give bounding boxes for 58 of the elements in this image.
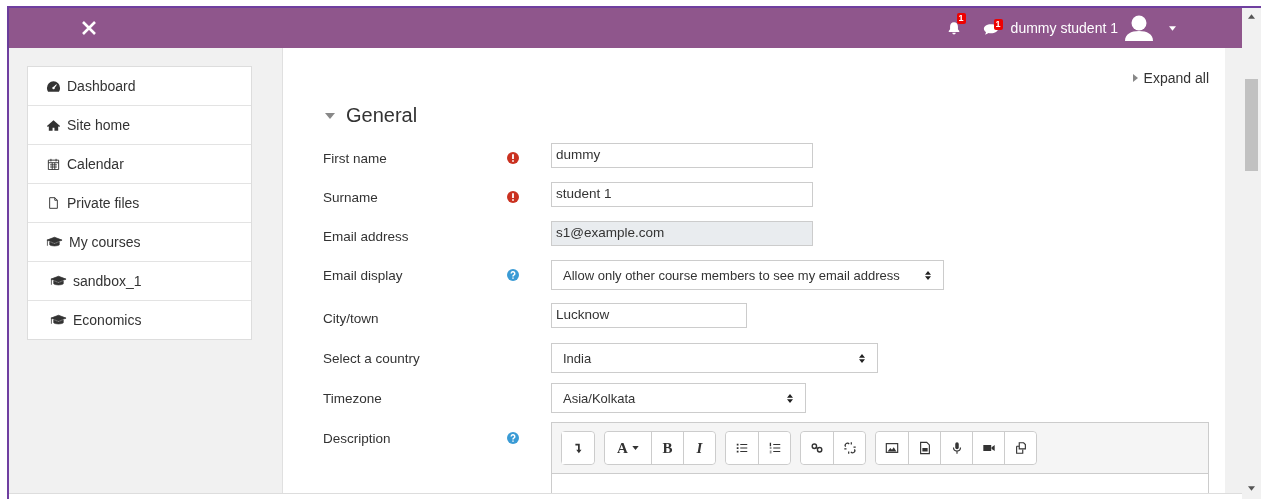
field-label: Email address: [323, 229, 410, 244]
graduation-cap-icon: [50, 275, 67, 287]
field-label: Timezone: [323, 391, 383, 406]
expand-all-link[interactable]: Expand all: [1132, 70, 1209, 86]
numbered-list-icon: [767, 441, 782, 455]
text-input[interactable]: dummy: [551, 143, 813, 168]
sort-arrows-icon: [925, 270, 931, 280]
text-input[interactable]: Lucknow: [551, 303, 747, 328]
select-dropdown[interactable]: Allow only other course members to see my email address: [551, 260, 944, 290]
graduation-cap-icon: [50, 314, 67, 326]
field-label: Description: [323, 431, 392, 446]
close-icon[interactable]: [81, 20, 97, 36]
select-dropdown[interactable]: India: [551, 343, 878, 373]
files-icon: [1013, 441, 1028, 455]
caret-icon[interactable]: [1169, 25, 1176, 31]
gauge-icon: [46, 80, 61, 92]
help-icon[interactable]: [507, 432, 519, 444]
section-header[interactable]: General: [325, 104, 418, 127]
calendar-icon: [46, 158, 61, 170]
field-label: Surname: [323, 190, 379, 205]
user-avatar-icon[interactable]: [1123, 15, 1155, 41]
graduation-cap-icon: [46, 236, 63, 248]
user-name[interactable]: dummy student 1: [1010, 20, 1118, 36]
navigation-item[interactable]: Economics: [28, 300, 251, 339]
scroll-down-icon[interactable]: [1248, 486, 1255, 491]
picture-icon: [885, 441, 899, 455]
navigation-item[interactable]: Calendar: [28, 144, 251, 183]
select-dropdown[interactable]: Asia/Kolkata: [551, 383, 806, 413]
bulleted-list-icon: [735, 441, 749, 455]
field-label: Email display: [323, 268, 404, 283]
navigation-item[interactable]: Private files: [28, 183, 251, 222]
scroll-up-icon[interactable]: [1248, 14, 1255, 19]
sort-arrows-icon: [859, 353, 865, 363]
notification-badge: 1: [956, 13, 966, 24]
navigation-item[interactable]: Dashboard: [28, 67, 251, 105]
navigation-item[interactable]: sandbox_1: [28, 261, 251, 300]
message-badge: 1: [993, 19, 1003, 30]
caret-icon: [1132, 74, 1138, 82]
media-file-icon: [917, 441, 932, 455]
link-icon: [810, 441, 824, 455]
italic-button[interactable]: I: [683, 432, 715, 464]
field-label: Select a country: [323, 351, 421, 366]
text-input[interactable]: student 1: [551, 182, 813, 207]
navigation-item[interactable]: Site home: [28, 105, 251, 144]
navigation-item[interactable]: My courses: [28, 222, 251, 261]
file-icon: [46, 197, 61, 209]
section-title: General: [346, 104, 418, 127]
help-icon[interactable]: [507, 269, 519, 281]
sort-arrows-icon: [787, 393, 793, 403]
scrollbar-thumb[interactable]: [1245, 79, 1258, 171]
bell-icon[interactable]: [946, 21, 961, 35]
toolbar-button[interactable]: [1004, 432, 1036, 464]
caret-icon: [631, 446, 639, 450]
field-label: First name: [323, 151, 388, 166]
vertical-scrollbar[interactable]: [1242, 8, 1261, 499]
unlink-icon: [842, 441, 857, 455]
field-label: City/town: [323, 311, 380, 326]
home-icon: [46, 119, 61, 131]
